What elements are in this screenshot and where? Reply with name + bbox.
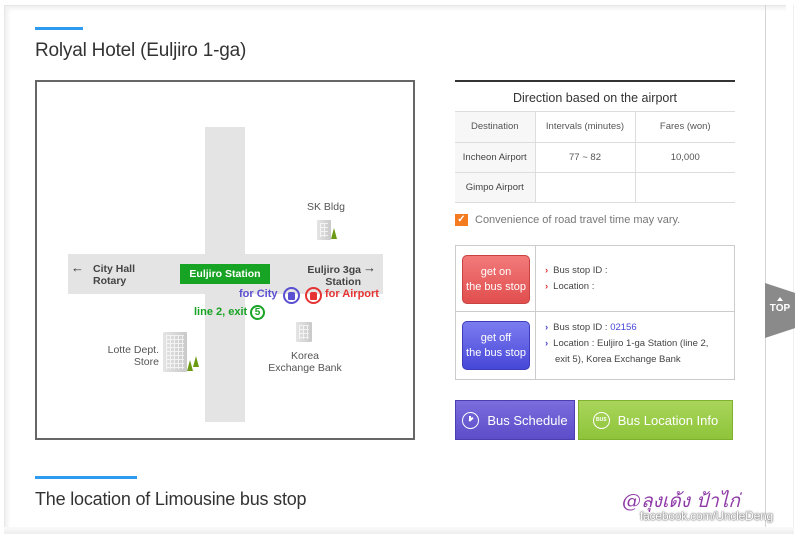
header-destination: Destination: [455, 112, 536, 143]
sk-bldg-label: SK Bldg: [307, 201, 345, 213]
cell-destination: Incheon Airport: [455, 142, 536, 173]
get-on-row: get on the bus stop › Bus stop ID : › Locat…: [456, 246, 734, 312]
bus-schedule-button[interactable]: Bus Schedule: [455, 400, 575, 440]
bus-location-info-button[interactable]: BUS Bus Location Info: [578, 400, 733, 440]
city-bus-icon: [283, 287, 300, 304]
arrow-up-icon: [777, 297, 783, 301]
hotel-title: Rolyal Hotel (Euljiro 1-ga): [35, 40, 247, 61]
table-row: Gimpo Airport: [455, 172, 735, 203]
header-fares: Fares (won): [635, 112, 735, 143]
section-accent-bar: [35, 476, 137, 479]
fare-table: Destination Intervals (minutes) Fares (w…: [455, 112, 735, 203]
table-header-row: Destination Intervals (minutes) Fares (w…: [455, 112, 735, 143]
lotte-label: Lotte Dept. Store: [107, 344, 159, 368]
direction-title: Direction based on the airport: [455, 82, 735, 112]
sk-building-icon: [317, 220, 331, 240]
cell-destination: Gimpo Airport: [455, 172, 536, 203]
route-map: ← City Hall Rotary Euljiro Station Euljir…: [35, 80, 415, 440]
page-edge: [793, 5, 794, 534]
bus-icon: BUS: [592, 411, 610, 429]
location-label: Location :: [553, 281, 595, 292]
section-accent-bar: [35, 27, 83, 30]
notice-text: Convenience of road travel time may vary…: [475, 214, 681, 226]
city-hall-label: City Hall Rotary: [93, 263, 136, 287]
location-value: Euljiro 1-ga Station (line 2,: [597, 338, 709, 349]
travel-time-notice: ✓ Convenience of road travel time may va…: [455, 214, 680, 226]
arrow-right-icon: →: [363, 260, 376, 275]
chevron-right-icon: ›: [545, 265, 549, 276]
chevron-right-icon: ›: [545, 322, 549, 333]
bus-stop-id-value: 02156: [610, 322, 637, 333]
header-intervals: Intervals (minutes): [535, 112, 636, 143]
exit-label: line 2, exit: [194, 306, 248, 318]
get-off-button[interactable]: get off the bus stop: [462, 321, 530, 370]
get-off-row: get off the bus stop › Bus stop ID : 02156…: [456, 312, 734, 379]
get-on-info: › Bus stop ID : › Location :: [545, 263, 608, 295]
top-label: TOP: [769, 303, 791, 314]
location-value-continued: exit 5), Korea Exchange Bank: [555, 354, 681, 365]
cell-interval: 77 ~ 82: [535, 142, 636, 173]
bottom-shade: [4, 527, 794, 534]
content-divider: [765, 5, 766, 534]
clock-icon: [462, 411, 480, 429]
tree-icon: [331, 228, 337, 239]
table-row: Incheon Airport 77 ~ 82 10,000: [455, 142, 735, 173]
euljiro-station-badge: Euljiro Station: [180, 264, 270, 284]
bus-stop-panel: get on the bus stop › Bus stop ID : › Locat…: [455, 245, 735, 380]
chevron-right-icon: ›: [545, 281, 549, 292]
bus-stop-id-label: Bus stop ID :: [553, 322, 608, 333]
get-on-button[interactable]: get on the bus stop: [462, 255, 530, 304]
chevron-right-icon: ›: [545, 338, 549, 349]
keb-label: Korea Exchange Bank: [268, 350, 342, 374]
cell-fare: 10,000: [635, 142, 735, 173]
get-off-button-cell: get off the bus stop: [456, 312, 536, 379]
for-city-label: for City: [239, 288, 278, 300]
limousine-title: The location of Limousine bus stop: [35, 489, 307, 509]
lotte-building-icon: [163, 332, 187, 372]
bus-stop-id-label: Bus stop ID :: [553, 265, 608, 276]
cell-fare: [635, 172, 735, 203]
for-airport-label: for Airport: [325, 288, 379, 300]
euljiro-3ga-label: Euljiro 3ga Station: [307, 264, 361, 288]
get-on-button-cell: get on the bus stop: [456, 246, 536, 311]
watermark-url: facebook.com/UncleDeng: [640, 509, 774, 523]
get-off-info: › Bus stop ID : 02156 › Location : Euljiro…: [545, 320, 708, 368]
keb-building-icon: [296, 322, 312, 342]
arrow-left-icon: ←: [71, 260, 84, 275]
scroll-to-top-button[interactable]: TOP: [765, 283, 795, 338]
bus-schedule-label: Bus Schedule: [487, 412, 568, 428]
location-label: Location :: [553, 338, 595, 349]
tree-icon: [193, 356, 199, 367]
bus-location-label: Bus Location Info: [617, 412, 719, 428]
check-icon: ✓: [455, 214, 468, 226]
direction-panel: Direction based on the airport Destinati…: [455, 80, 735, 203]
cell-interval: [535, 172, 636, 203]
exit-number-badge: 5: [250, 305, 265, 320]
airport-bus-icon: [305, 287, 322, 304]
